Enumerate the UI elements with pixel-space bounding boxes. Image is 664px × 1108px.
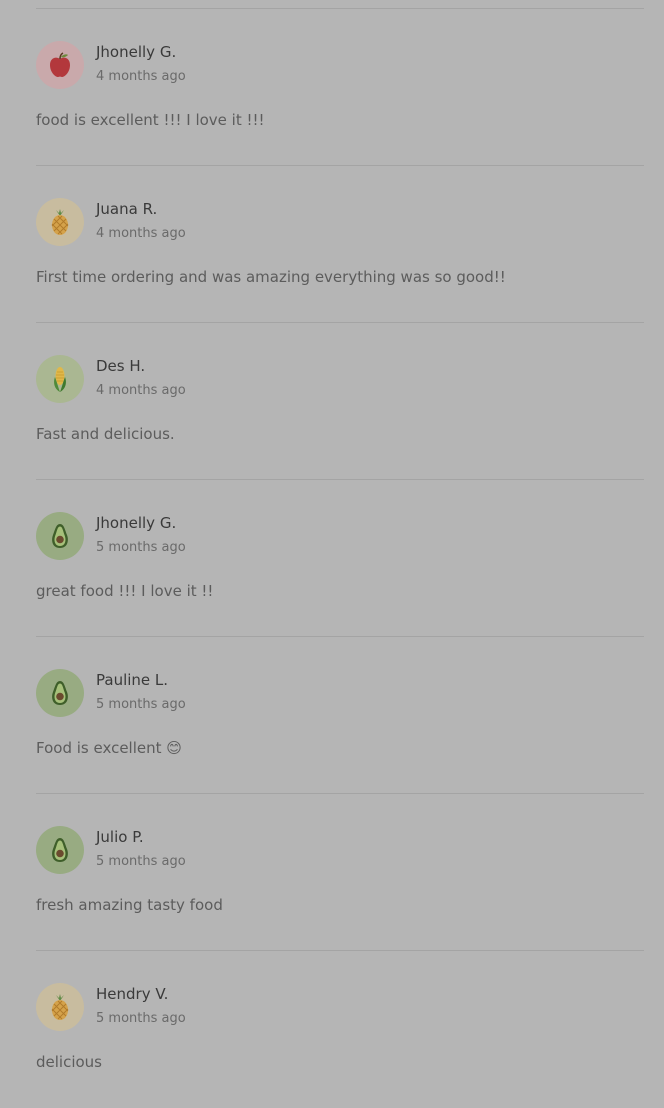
avocado-icon — [52, 838, 68, 862]
pineapple-icon — [51, 209, 69, 235]
avocado-icon — [52, 681, 68, 705]
reviewer-name: Hendry V. — [96, 985, 169, 1003]
reviewer-name: Jhonelly G. — [96, 514, 177, 532]
review-item: Des H. 4 months ago Fast and delicious. — [36, 323, 644, 480]
avatar — [36, 826, 84, 874]
avatar — [36, 41, 84, 89]
review-item: Jhonelly G. 4 months ago food is excelle… — [36, 9, 644, 166]
reviewer-name: Jhonelly G. — [96, 43, 177, 61]
review-time: 4 months ago — [96, 383, 186, 398]
review-item: Hendry V. 5 months ago delicious — [36, 951, 644, 1108]
avatar — [36, 983, 84, 1031]
reviewer-name: Juana R. — [96, 200, 158, 218]
avatar — [36, 198, 84, 246]
review-text: fresh amazing tasty food — [36, 896, 223, 914]
review-time: 5 months ago — [96, 854, 186, 869]
review-text: Fast and delicious. — [36, 425, 175, 443]
reviewer-name: Pauline L. — [96, 671, 169, 689]
review-text: Food is excellent 😊 — [36, 739, 182, 757]
review-item: Julio P. 5 months ago fresh amazing tast… — [36, 794, 644, 951]
review-time: 5 months ago — [96, 697, 186, 712]
avatar — [36, 512, 84, 560]
review-time: 4 months ago — [96, 226, 186, 241]
apple-icon — [50, 52, 70, 77]
avocado-icon — [52, 524, 68, 548]
review-text: First time ordering and was amazing ever… — [36, 268, 506, 286]
pineapple-icon — [51, 994, 69, 1020]
reviewer-name: Des H. — [96, 357, 146, 375]
avatar — [36, 355, 84, 403]
review-item: Jhonelly G. 5 months ago great food !!! … — [36, 480, 644, 637]
review-time: 5 months ago — [96, 1011, 186, 1026]
review-item: Pauline L. 5 months ago Food is excellen… — [36, 637, 644, 794]
review-text: great food !!! I love it !! — [36, 582, 214, 600]
review-time: 4 months ago — [96, 69, 186, 84]
review-text: food is excellent !!! I love it !!! — [36, 111, 265, 129]
corn-icon — [54, 367, 66, 392]
review-time: 5 months ago — [96, 540, 186, 555]
review-item: Juana R. 4 months ago First time orderin… — [36, 166, 644, 323]
avatar — [36, 669, 84, 717]
reviewer-name: Julio P. — [96, 828, 144, 846]
review-text: delicious — [36, 1053, 102, 1071]
